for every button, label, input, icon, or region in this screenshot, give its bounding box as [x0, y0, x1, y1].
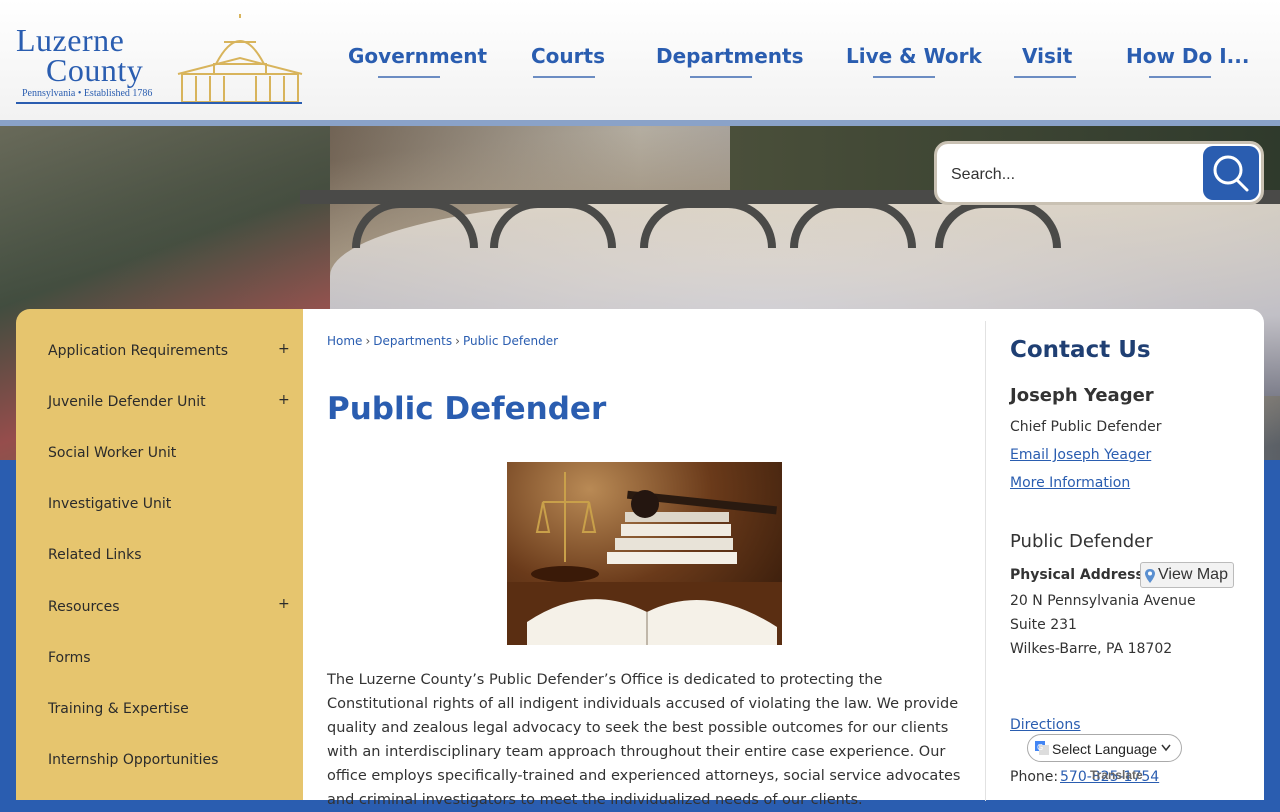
- address-line-1: 20 N Pennsylvania Avenue: [1010, 593, 1196, 609]
- map-pin-icon: [1145, 569, 1155, 583]
- search-icon: [1213, 155, 1249, 192]
- sidebar-item-internship-opportunities[interactable]: Internship Opportunities: [48, 752, 218, 768]
- nav-how-do-i[interactable]: How Do I...: [1126, 44, 1249, 68]
- county-logo[interactable]: Luzerne County Pennsylvania • Establishe…: [14, 14, 304, 106]
- view-map-label: View Map: [1158, 566, 1228, 583]
- nav-live-work[interactable]: Live & Work: [846, 44, 982, 68]
- breadcrumb-separator: ›: [365, 334, 371, 348]
- phone-label: Phone:: [1010, 769, 1059, 785]
- intro-paragraph: The Luzerne County’s Public Defender’s O…: [327, 672, 961, 808]
- site-header: Luzerne County Pennsylvania • Establishe…: [0, 0, 1280, 120]
- breadcrumb: Home › Departments › Public Defender: [327, 334, 558, 348]
- sidebar-item-social-worker-unit[interactable]: Social Worker Unit: [48, 445, 176, 461]
- sidebar-item-related-links[interactable]: Related Links: [48, 547, 142, 563]
- powered-by-translate[interactable]: Translate: [1090, 768, 1143, 782]
- courthouse-icon: [177, 14, 303, 103]
- column-divider: [985, 321, 986, 801]
- nav-underline: [690, 76, 752, 78]
- nav-underline: [1149, 76, 1211, 78]
- page-title: Public Defender: [327, 391, 607, 427]
- sidebar-item-juvenile-defender-unit[interactable]: Juvenile Defender Unit: [48, 394, 206, 410]
- logo-underline: [16, 102, 302, 104]
- language-select-label: Select Language: [1052, 741, 1158, 757]
- view-map-button[interactable]: View Map: [1140, 562, 1234, 588]
- breadcrumb-separator: ›: [455, 334, 460, 348]
- email-link[interactable]: Email Joseph Yeager: [1010, 447, 1151, 463]
- nav-visit[interactable]: Visit: [1022, 44, 1072, 68]
- breadcrumb-departments[interactable]: Departments: [373, 334, 452, 348]
- nav-underline: [533, 76, 595, 78]
- breadcrumb-home[interactable]: Home: [327, 334, 362, 348]
- chevron-down-icon: [1161, 744, 1171, 752]
- nav-underline: [378, 76, 440, 78]
- contact-person-title: Chief Public Defender: [1010, 419, 1162, 435]
- google-translate-icon: G: [1035, 741, 1049, 755]
- sidebar-item-training-expertise[interactable]: Training & Expertise: [48, 701, 189, 717]
- directions-link[interactable]: Directions: [1010, 717, 1081, 733]
- svg-text:G: G: [1037, 743, 1043, 752]
- nav-government[interactable]: Government: [348, 44, 487, 68]
- gavel-books-scales-image: [507, 462, 782, 645]
- address-line-2: Suite 231: [1010, 617, 1077, 633]
- nav-courts[interactable]: Courts: [531, 44, 605, 68]
- breadcrumb-current[interactable]: Public Defender: [463, 334, 558, 348]
- language-select[interactable]: G Select Language: [1027, 734, 1182, 762]
- nav-underline: [1014, 76, 1076, 78]
- address-label: Physical Address: [1010, 567, 1144, 583]
- nav-underline: [873, 76, 935, 78]
- sidebar-item-investigative-unit[interactable]: Investigative Unit: [48, 496, 171, 512]
- logo-line-2: County: [46, 52, 144, 88]
- expand-icon[interactable]: +: [278, 341, 290, 357]
- expand-icon[interactable]: +: [278, 392, 290, 408]
- address-line-3: Wilkes-Barre, PA 18702: [1010, 641, 1173, 657]
- contact-person-name: Joseph Yeager: [1010, 385, 1154, 406]
- bridge-arch: [352, 200, 478, 248]
- search-button[interactable]: [1203, 146, 1259, 200]
- expand-icon[interactable]: +: [278, 596, 290, 612]
- search-input[interactable]: [949, 156, 1203, 194]
- nav-departments[interactable]: Departments: [656, 44, 804, 68]
- sidebar-nav: Application Requirements + Juvenile Defe…: [16, 309, 303, 800]
- contact-heading: Contact Us: [1010, 337, 1151, 363]
- legal-image-illustration: [507, 472, 782, 645]
- sidebar-item-application-requirements[interactable]: Application Requirements: [48, 343, 228, 359]
- logo-tagline: Pennsylvania • Established 1786: [22, 88, 153, 99]
- sidebar-item-resources[interactable]: Resources: [48, 599, 120, 615]
- sidebar-item-forms[interactable]: Forms: [48, 650, 91, 666]
- office-name: Public Defender: [1010, 531, 1153, 552]
- search-box: [934, 141, 1264, 205]
- more-information-link[interactable]: More Information: [1010, 475, 1130, 491]
- main-content: Home › Departments › Public Defender Public …: [303, 309, 1264, 808]
